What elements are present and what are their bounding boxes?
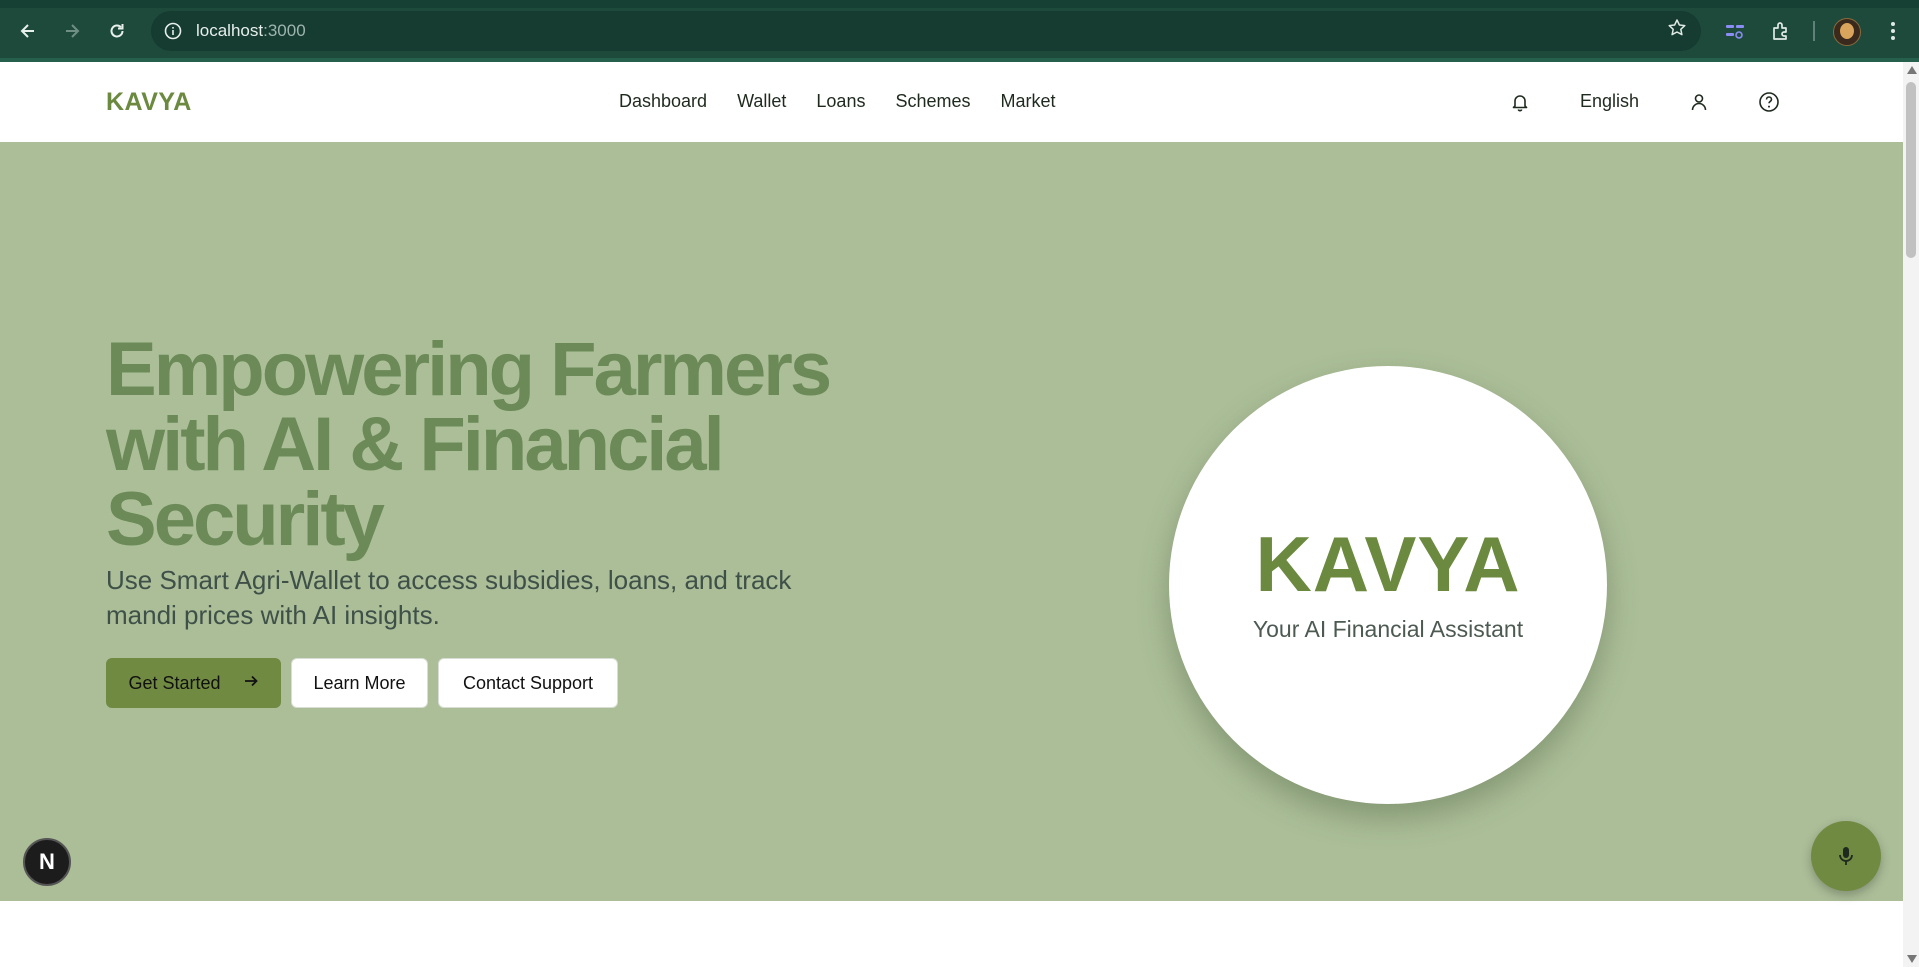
nav-market[interactable]: Market (1001, 91, 1056, 112)
reload-icon (110, 24, 124, 38)
url-port: :3000 (263, 21, 306, 40)
url-text: localhost:3000 (196, 21, 306, 41)
bell-icon[interactable] (1507, 89, 1533, 115)
user-icon[interactable] (1686, 89, 1712, 115)
page: KAVYA Dashboard Wallet Loans Schemes Mar… (0, 62, 1903, 967)
menu-icon[interactable] (1876, 14, 1910, 48)
mic-icon (1839, 847, 1853, 865)
browser-toolbar: localhost:3000 (0, 0, 1919, 62)
extension-icon[interactable] (1718, 14, 1752, 48)
nav-schemes[interactable]: Schemes (895, 91, 970, 112)
logo[interactable]: KAVYA (106, 88, 192, 117)
main-nav: Dashboard Wallet Loans Schemes Market (619, 91, 1086, 112)
back-icon (20, 24, 34, 38)
brand-circle: KAVYA Your AI Financial Assistant (1169, 366, 1607, 804)
hero-subtitle: Use Smart Agri-Wallet to access subsidie… (106, 565, 792, 630)
url-host: localhost (196, 21, 264, 40)
get-started-button[interactable]: Get Started (106, 658, 281, 708)
nav-loans[interactable]: Loans (816, 91, 865, 112)
nav-dashboard[interactable]: Dashboard (619, 91, 707, 112)
hero-title: Empowering Farmers with AI & Financial S… (106, 327, 832, 562)
reload-button[interactable] (100, 14, 134, 48)
puzzle-icon[interactable] (1764, 14, 1798, 48)
back-button[interactable] (11, 14, 45, 48)
arrow-right-icon (243, 673, 259, 694)
address-bar[interactable]: localhost:3000 (151, 11, 1701, 51)
forward-button[interactable] (55, 14, 89, 48)
site-header: KAVYA Dashboard Wallet Loans Schemes Mar… (0, 62, 1903, 143)
learn-more-button[interactable]: Learn More (291, 658, 428, 708)
get-started-label: Get Started (128, 672, 221, 693)
scroll-thumb[interactable] (1906, 82, 1916, 258)
scroll-down-icon[interactable] (1907, 955, 1917, 963)
contact-support-button[interactable]: Contact Support (438, 658, 618, 708)
voice-assistant-button[interactable] (1811, 821, 1881, 891)
forward-icon (66, 24, 80, 38)
star-icon[interactable] (1667, 18, 1687, 44)
page-scrollbar[interactable] (1903, 62, 1919, 967)
dev-tools-badge[interactable]: N (23, 838, 71, 886)
hero-section: Empowering Farmers with AI & Financial S… (0, 142, 1903, 901)
language-selector[interactable]: English (1580, 91, 1639, 112)
toolbar-divider (1813, 21, 1815, 41)
info-icon[interactable] (161, 19, 185, 43)
circle-tagline: Your AI Financial Assistant (1252, 616, 1524, 642)
nav-wallet[interactable]: Wallet (737, 91, 786, 112)
circle-title: KAVYA (1255, 520, 1521, 608)
help-icon[interactable] (1756, 89, 1782, 115)
scroll-up-icon[interactable] (1907, 66, 1917, 74)
profile-avatar[interactable] (1833, 18, 1861, 46)
tab-strip (0, 0, 1919, 8)
